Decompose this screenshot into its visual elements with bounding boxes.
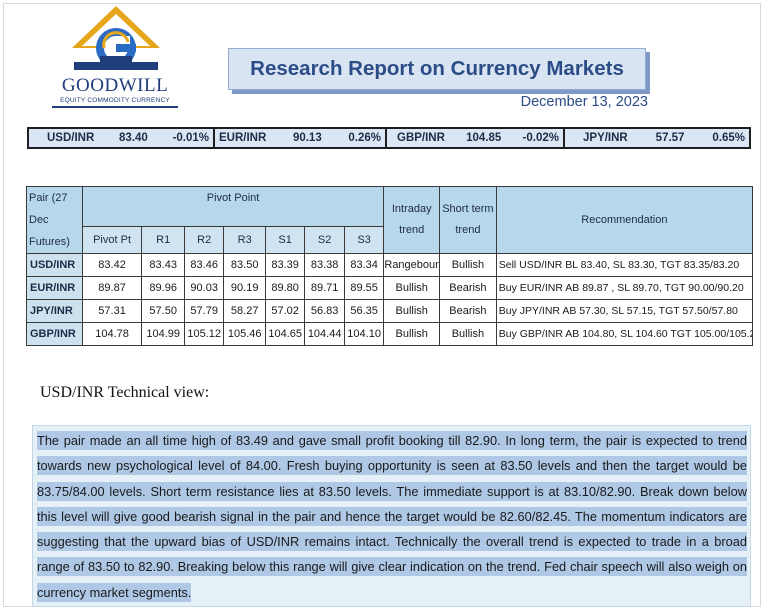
header-pivot-point: Pivot Point xyxy=(81,186,385,227)
rates-strip: USD/INR 83.40 -0.01% EUR/INR 90.13 0.26%… xyxy=(27,127,751,149)
cell-r2: 105.12 xyxy=(183,322,225,346)
row-pair: USD/INR xyxy=(26,253,83,277)
rate-pair: GBP/INR xyxy=(397,132,445,144)
rate-eurinr: EUR/INR 90.13 0.26% xyxy=(215,129,387,147)
rate-jpyinr: JPY/INR 57.57 0.65% xyxy=(565,129,749,147)
rate-pair: JPY/INR xyxy=(583,132,628,144)
table-row: EUR/INR 89.87 89.96 90.03 90.19 89.80 89… xyxy=(26,276,754,300)
rate-change: -0.01% xyxy=(172,132,209,144)
rate-usdinr: USD/INR 83.40 -0.01% xyxy=(29,129,215,147)
rate-change: 0.65% xyxy=(712,132,745,144)
rate-gbpinr: GBP/INR 104.85 -0.02% xyxy=(387,129,565,147)
subheader-r2: R2 xyxy=(183,225,225,255)
report-date: December 13, 2023 xyxy=(520,94,648,110)
cell-pivot-pt: 104.78 xyxy=(81,322,143,346)
cell-s1: 104.65 xyxy=(264,322,306,346)
cell-r1: 104.99 xyxy=(141,322,185,346)
subheader-s1: S1 xyxy=(264,225,306,255)
rate-change: -0.02% xyxy=(522,132,559,144)
cell-s3: 56.35 xyxy=(343,299,385,323)
rate-change: 0.26% xyxy=(348,132,381,144)
subheader-s2: S2 xyxy=(304,225,345,255)
cell-r1: 57.50 xyxy=(141,299,185,323)
cell-r2: 83.46 xyxy=(183,253,225,277)
cell-pivot-pt: 83.42 xyxy=(81,253,143,277)
logo-underline xyxy=(52,106,178,108)
cell-recommendation: Buy EUR/INR AB 89.87 , SL 89.70, TGT 90.… xyxy=(495,276,754,300)
header-recommendation: Recommendation xyxy=(495,186,754,254)
cell-pivot-pt: 89.87 xyxy=(81,276,143,300)
logo-tagline: EQUITY COMMODITY CURRENCY xyxy=(60,97,170,104)
technical-view-heading: USD/INR Technical view: xyxy=(40,384,210,401)
table-row: USD/INR 83.42 83.43 83.46 83.50 83.39 83… xyxy=(26,253,754,277)
subheader-pivot-pt: Pivot Pt xyxy=(81,225,143,255)
cell-short-term-trend: Bearish xyxy=(439,276,497,300)
cell-r2: 57.79 xyxy=(183,299,225,323)
cell-s1: 57.02 xyxy=(264,299,306,323)
cell-short-term-trend: Bullish xyxy=(439,322,497,346)
cell-recommendation: Buy GBP/INR AB 104.80, SL 104.60 TGT 105… xyxy=(495,322,754,346)
cell-r3: 58.27 xyxy=(223,299,266,323)
rate-price: 90.13 xyxy=(292,132,322,144)
cell-s2: 89.71 xyxy=(304,276,345,300)
logo-wordmark: GOODWILL xyxy=(61,75,169,96)
rate-price: 57.57 xyxy=(655,132,685,144)
row-pair: GBP/INR xyxy=(26,322,83,346)
subheader-s3: S3 xyxy=(343,225,385,255)
cell-r3: 105.46 xyxy=(223,322,266,346)
cell-intraday-trend: Bullish xyxy=(383,299,441,323)
row-pair: JPY/INR xyxy=(26,299,83,323)
cell-short-term-trend: Bearish xyxy=(439,299,497,323)
cell-s1: 83.39 xyxy=(264,253,306,277)
cell-pivot-pt: 57.31 xyxy=(81,299,143,323)
cell-intraday-trend: Bullish xyxy=(383,276,441,300)
table-row: JPY/INR 57.31 57.50 57.79 58.27 57.02 56… xyxy=(26,299,754,323)
cell-s3: 104.10 xyxy=(343,322,385,346)
cell-r1: 83.43 xyxy=(141,253,185,277)
cell-s2: 83.38 xyxy=(304,253,345,277)
cell-r3: 83.50 xyxy=(223,253,266,277)
goodwill-emblem-icon xyxy=(72,6,160,70)
cell-r2: 90.03 xyxy=(183,276,225,300)
cell-s1: 89.80 xyxy=(264,276,306,300)
header-pair: Pair (27 Dec Futures) xyxy=(26,186,83,254)
subheader-r1: R1 xyxy=(141,225,185,255)
cell-r3: 90.19 xyxy=(223,276,266,300)
table-row: GBP/INR 104.78 104.99 105.12 105.46 104.… xyxy=(26,322,754,346)
cell-intraday-trend: Bullish xyxy=(383,322,441,346)
rate-pair: USD/INR xyxy=(47,132,95,144)
cell-recommendation: Buy JPY/INR AB 57.30, SL 57.15, TGT 57.5… xyxy=(495,299,754,323)
cell-short-term-trend: Bullish xyxy=(439,253,497,277)
cell-s3: 83.34 xyxy=(343,253,385,277)
technical-view-body: The pair made an all time high of 83.49 … xyxy=(37,431,747,602)
cell-s3: 89.55 xyxy=(343,276,385,300)
header-short-term-trend: Short term trend xyxy=(439,186,497,254)
rate-price: 104.85 xyxy=(466,132,502,144)
technical-view-text: The pair made an all time high of 83.49 … xyxy=(37,428,747,605)
cell-s2: 56.83 xyxy=(304,299,345,323)
subheader-r3: R3 xyxy=(223,225,266,255)
cell-s2: 104.44 xyxy=(304,322,345,346)
company-logo: GOODWILL EQUITY COMMODITY CURRENCY xyxy=(52,4,180,108)
cell-recommendation: Sell USD/INR BL 83.40, SL 83.30, TGT 83.… xyxy=(495,253,754,277)
row-pair: EUR/INR xyxy=(26,276,83,300)
rate-pair: EUR/INR xyxy=(219,132,267,144)
cell-intraday-trend: Rangebound xyxy=(383,253,441,277)
report-title: Research Report on Currency Markets xyxy=(228,48,646,90)
cell-r1: 89.96 xyxy=(141,276,185,300)
pivot-table: Pair (27 Dec Futures) Pivot Point Intrad… xyxy=(26,186,754,346)
rate-price: 83.40 xyxy=(119,132,148,144)
header-intraday-trend: Intraday trend xyxy=(383,186,441,254)
